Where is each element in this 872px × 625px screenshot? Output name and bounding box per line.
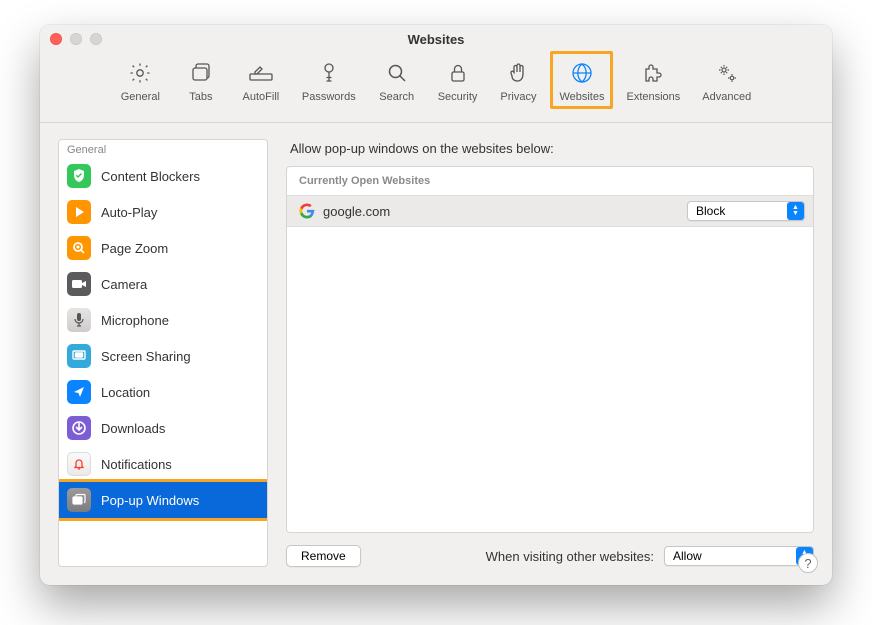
website-domain: google.com: [323, 204, 390, 219]
help-button[interactable]: ?: [798, 553, 818, 573]
table-section-header: Currently Open Websites: [287, 167, 813, 195]
titlebar: Websites: [40, 25, 832, 53]
sidebar-item-label: Auto-Play: [101, 205, 157, 220]
tab-label: Tabs: [189, 91, 212, 103]
tab-general[interactable]: General: [115, 55, 166, 107]
sidebar-section-header: General: [59, 140, 267, 158]
microphone-icon: [67, 308, 91, 332]
gear-icon: [126, 59, 154, 87]
globe-icon: [568, 59, 596, 87]
sidebar-item-label: Content Blockers: [101, 169, 200, 184]
main-footer: Remove When visiting other websites: All…: [286, 533, 814, 567]
sidebar-item-label: Pop-up Windows: [101, 493, 199, 508]
other-websites-value: Allow: [664, 546, 814, 566]
window-title: Websites: [40, 32, 832, 47]
tab-label: Search: [379, 91, 414, 103]
puzzle-icon: [639, 59, 667, 87]
tab-label: Privacy: [500, 91, 536, 103]
camera-icon: [67, 272, 91, 296]
tab-label: Extensions: [626, 91, 680, 103]
tab-tabs[interactable]: Tabs: [176, 55, 226, 107]
sidebar-item-notifications[interactable]: Notifications: [59, 446, 267, 482]
shield-check-icon: [67, 164, 91, 188]
sidebar-item-popup-windows[interactable]: Pop-up Windows: [59, 482, 267, 518]
tab-extensions[interactable]: Extensions: [620, 55, 686, 107]
play-icon: [67, 200, 91, 224]
tab-search[interactable]: Search: [372, 55, 422, 107]
tab-label: Passwords: [302, 91, 356, 103]
other-websites-select[interactable]: Allow ▲▼: [664, 546, 814, 566]
preferences-window: Websites General Tabs AutoFill Passwords: [40, 25, 832, 585]
window-stack-icon: [67, 488, 91, 512]
website-row[interactable]: google.com Block ▲▼: [287, 195, 813, 227]
zoom-icon: [67, 236, 91, 260]
lock-icon: [444, 59, 472, 87]
sidebar-item-label: Location: [101, 385, 150, 400]
sidebar-item-label: Screen Sharing: [101, 349, 191, 364]
location-arrow-icon: [67, 380, 91, 404]
main-title: Allow pop-up windows on the websites bel…: [286, 139, 814, 166]
sidebar-item-label: Downloads: [101, 421, 165, 436]
tab-autofill[interactable]: AutoFill: [236, 55, 286, 107]
sidebar-item-content-blockers[interactable]: Content Blockers: [59, 158, 267, 194]
pen-field-icon: [247, 59, 275, 87]
tabs-icon: [187, 59, 215, 87]
tab-label: Websites: [559, 91, 604, 103]
tab-label: Security: [438, 91, 478, 103]
tab-label: General: [121, 91, 160, 103]
sidebar-item-microphone[interactable]: Microphone: [59, 302, 267, 338]
tab-label: Advanced: [702, 91, 751, 103]
sidebar-item-label: Camera: [101, 277, 147, 292]
main-panel: Allow pop-up windows on the websites bel…: [286, 139, 814, 567]
sidebar-list: Content Blockers Auto-Play Page Zoom: [59, 158, 267, 566]
sidebar-item-camera[interactable]: Camera: [59, 266, 267, 302]
tab-passwords[interactable]: Passwords: [296, 55, 362, 107]
row-setting-select[interactable]: Block ▲▼: [687, 201, 805, 221]
remove-button[interactable]: Remove: [286, 545, 361, 567]
sidebar-item-page-zoom[interactable]: Page Zoom: [59, 230, 267, 266]
sidebar-item-location[interactable]: Location: [59, 374, 267, 410]
sidebar-item-screen-sharing[interactable]: Screen Sharing: [59, 338, 267, 374]
sidebar: General Content Blockers Auto-Play: [58, 139, 268, 567]
footer-right: When visiting other websites: Allow ▲▼: [486, 546, 814, 566]
bell-icon: [67, 452, 91, 476]
preferences-toolbar: General Tabs AutoFill Passwords Search: [40, 53, 832, 123]
sidebar-item-label: Notifications: [101, 457, 172, 472]
key-icon: [315, 59, 343, 87]
sidebar-item-downloads[interactable]: Downloads: [59, 410, 267, 446]
tab-privacy[interactable]: Privacy: [493, 55, 543, 107]
websites-table: Currently Open Websites google.com Block…: [286, 166, 814, 533]
sidebar-item-auto-play[interactable]: Auto-Play: [59, 194, 267, 230]
sidebar-item-label: Microphone: [101, 313, 169, 328]
row-setting-value: Block: [687, 201, 805, 221]
hand-icon: [504, 59, 532, 87]
question-mark-icon: ?: [804, 556, 811, 571]
sidebar-item-label: Page Zoom: [101, 241, 168, 256]
screen-share-icon: [67, 344, 91, 368]
tab-advanced[interactable]: Advanced: [696, 55, 757, 107]
google-favicon-icon: [299, 203, 315, 219]
search-icon: [383, 59, 411, 87]
tab-websites[interactable]: Websites: [553, 55, 610, 107]
row-site: google.com: [299, 203, 390, 219]
gears-icon: [713, 59, 741, 87]
tab-label: AutoFill: [243, 91, 280, 103]
download-icon: [67, 416, 91, 440]
content-area: General Content Blockers Auto-Play: [40, 123, 832, 585]
other-websites-label: When visiting other websites:: [486, 549, 654, 564]
tab-security[interactable]: Security: [432, 55, 484, 107]
